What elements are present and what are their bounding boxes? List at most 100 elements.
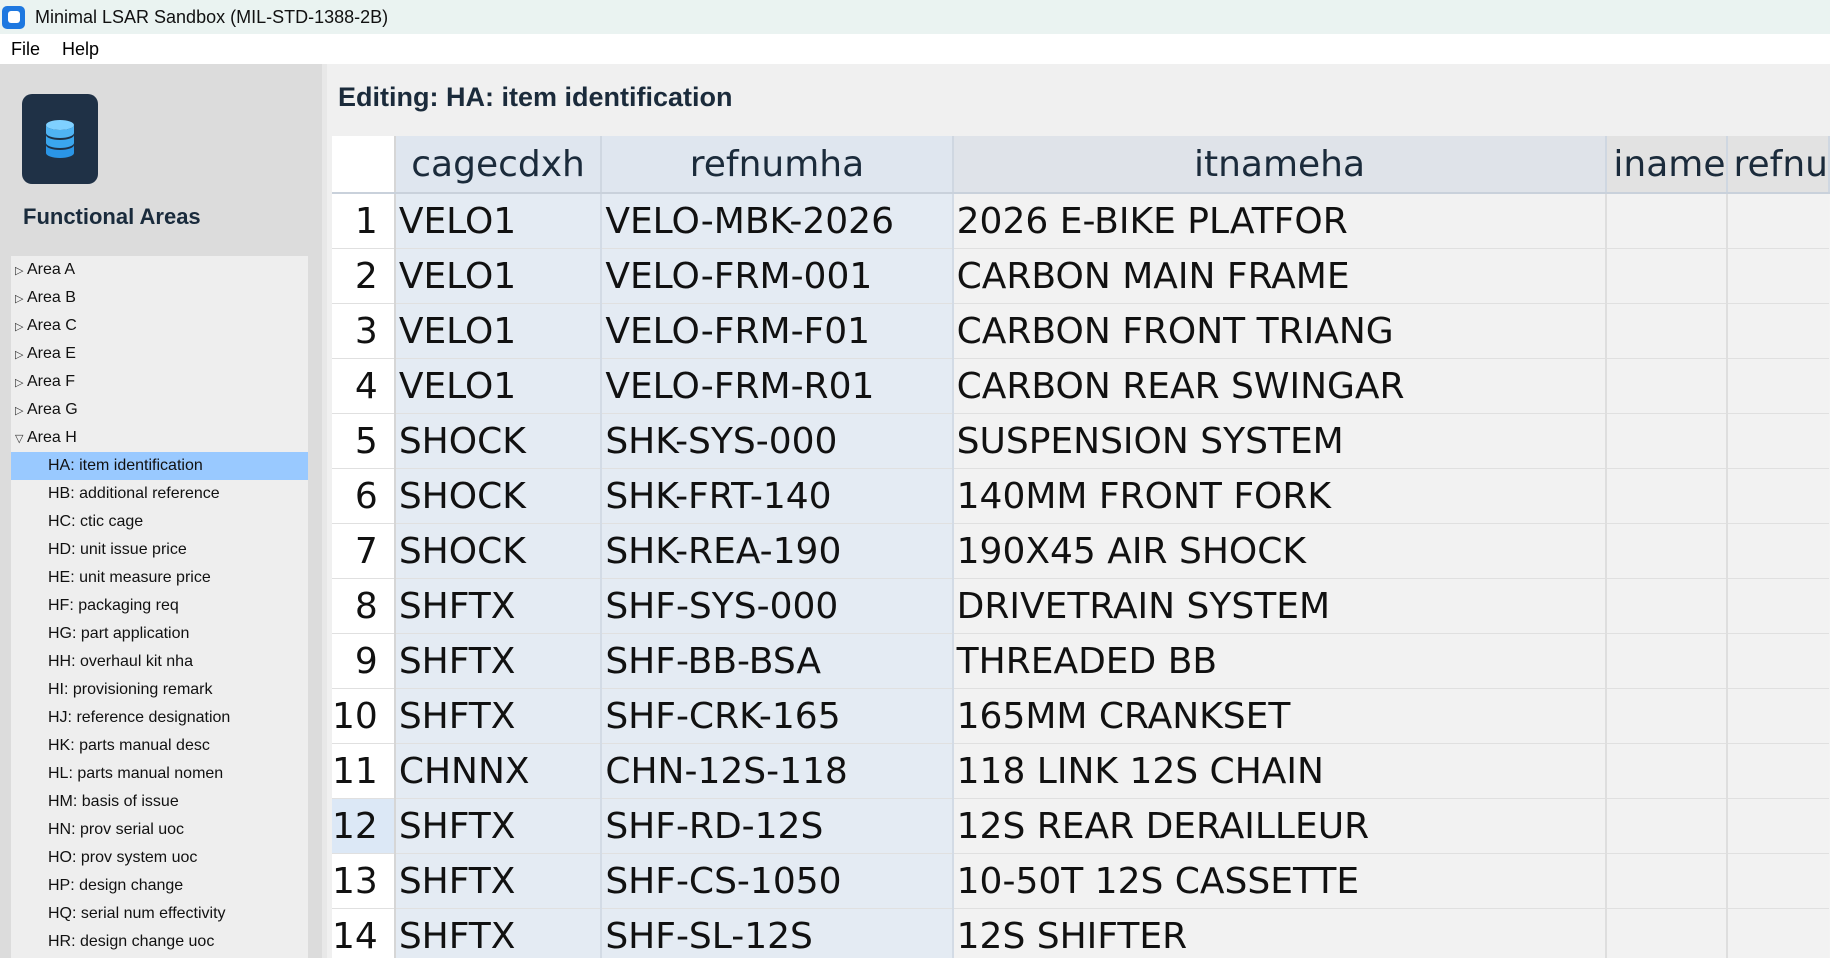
cell-itnameha[interactable]: 10-50T 12S CASSETTE xyxy=(952,853,1608,909)
cell-itnameha[interactable]: CARBON REAR SWINGAR xyxy=(952,358,1608,414)
corner-cell[interactable] xyxy=(332,136,396,194)
cell-refnu[interactable] xyxy=(1726,743,1829,799)
cell-refnumha[interactable]: SHF-CS-1050 xyxy=(601,853,954,909)
menu-help[interactable]: Help xyxy=(51,39,110,60)
table-row[interactable]: 5 SHOCK SHK-SYS-000 SUSPENSION SYSTEM xyxy=(332,413,1829,469)
cell-cagecdxh[interactable]: SHFTX xyxy=(394,688,603,744)
tree-item-hd[interactable]: HD: unit issue price xyxy=(11,536,308,564)
cell-refnumha[interactable]: VELO-FRM-R01 xyxy=(601,358,954,414)
cell-iname[interactable] xyxy=(1606,413,1728,469)
cell-refnumha[interactable]: SHF-BB-BSA xyxy=(601,633,954,689)
cell-refnu[interactable] xyxy=(1726,468,1829,524)
cell-itnameha[interactable]: 165MM CRANKSET xyxy=(952,688,1608,744)
table-row[interactable]: 8 SHFTX SHF-SYS-000 DRIVETRAIN SYSTEM xyxy=(332,578,1829,634)
cell-cagecdxh[interactable]: CHNNX xyxy=(394,743,603,799)
row-number[interactable]: 3 xyxy=(332,303,396,359)
tree-item-hm[interactable]: HM: basis of issue xyxy=(11,788,308,816)
tree-item-ha[interactable]: HA: item identification xyxy=(11,452,308,480)
collapsed-triangle-icon[interactable]: ▷ xyxy=(15,397,27,425)
tree-item-hk[interactable]: HK: parts manual desc xyxy=(11,732,308,760)
tree-item-hl[interactable]: HL: parts manual nomen xyxy=(11,760,308,788)
tree-item-hb[interactable]: HB: additional reference xyxy=(11,480,308,508)
cell-iname[interactable] xyxy=(1606,743,1728,799)
table-row[interactable]: 9 SHFTX SHF-BB-BSA THREADED BB xyxy=(332,633,1829,689)
tree-area-area-c[interactable]: ▷ Area C xyxy=(11,312,308,340)
table-row[interactable]: 7 SHOCK SHK-REA-190 190X45 AIR SHOCK xyxy=(332,523,1829,579)
table-row[interactable]: 13 SHFTX SHF-CS-1050 10-50T 12S CASSETTE xyxy=(332,853,1829,909)
tree-item-hf[interactable]: HF: packaging req xyxy=(11,592,308,620)
tree-item-hc[interactable]: HC: ctic cage xyxy=(11,508,308,536)
cell-refnumha[interactable]: VELO-FRM-001 xyxy=(601,248,954,304)
column-header-cagecdxh[interactable]: cagecdxh xyxy=(394,136,603,194)
cell-itnameha[interactable]: 190X45 AIR SHOCK xyxy=(952,523,1608,579)
cell-refnu[interactable] xyxy=(1726,853,1829,909)
cell-iname[interactable] xyxy=(1606,468,1728,524)
cell-cagecdxh[interactable]: SHOCK xyxy=(394,468,603,524)
tree-item-hq[interactable]: HQ: serial num effectivity xyxy=(11,900,308,928)
tree-area-area-f[interactable]: ▷ Area F xyxy=(11,368,308,396)
tree-area-area-b[interactable]: ▷ Area B xyxy=(11,284,308,312)
cell-itnameha[interactable]: DRIVETRAIN SYSTEM xyxy=(952,578,1608,634)
cell-iname[interactable] xyxy=(1606,193,1728,249)
cell-refnumha[interactable]: VELO-MBK-2026 xyxy=(601,193,954,249)
cell-iname[interactable] xyxy=(1606,358,1728,414)
cell-iname[interactable] xyxy=(1606,578,1728,634)
cell-refnumha[interactable]: SHF-SYS-000 xyxy=(601,578,954,634)
cell-refnu[interactable] xyxy=(1726,248,1829,304)
table-row[interactable]: 1 VELO1 VELO-MBK-2026 2026 E-BIKE PLATFOR xyxy=(332,193,1829,249)
cell-itnameha[interactable]: 118 LINK 12S CHAIN xyxy=(952,743,1608,799)
cell-cagecdxh[interactable]: VELO1 xyxy=(394,358,603,414)
cell-iname[interactable] xyxy=(1606,523,1728,579)
table-row[interactable]: 2 VELO1 VELO-FRM-001 CARBON MAIN FRAME xyxy=(332,248,1829,304)
tree-item-hg[interactable]: HG: part application xyxy=(11,620,308,648)
collapsed-triangle-icon[interactable]: ▷ xyxy=(15,285,27,313)
cell-cagecdxh[interactable]: VELO1 xyxy=(394,193,603,249)
row-number[interactable]: 9 xyxy=(332,633,396,689)
row-number[interactable]: 12 xyxy=(332,798,396,854)
cell-cagecdxh[interactable]: SHFTX xyxy=(394,853,603,909)
tree-area-area-g[interactable]: ▷ Area G xyxy=(11,396,308,424)
cell-itnameha[interactable]: CARBON MAIN FRAME xyxy=(952,248,1608,304)
collapsed-triangle-icon[interactable]: ▷ xyxy=(15,369,27,397)
cell-iname[interactable] xyxy=(1606,688,1728,744)
row-number[interactable]: 4 xyxy=(332,358,396,414)
column-header-refnumha[interactable]: refnumha xyxy=(601,136,954,194)
row-number[interactable]: 14 xyxy=(332,908,396,958)
tree-item-hr[interactable]: HR: design change uoc xyxy=(11,928,308,956)
table-row[interactable]: 14 SHFTX SHF-SL-12S 12S SHIFTER xyxy=(332,908,1829,958)
cell-itnameha[interactable]: 2026 E-BIKE PLATFOR xyxy=(952,193,1608,249)
table-row[interactable]: 10 SHFTX SHF-CRK-165 165MM CRANKSET xyxy=(332,688,1829,744)
expanded-triangle-icon[interactable]: ▽ xyxy=(15,425,27,453)
cell-itnameha[interactable]: 140MM FRONT FORK xyxy=(952,468,1608,524)
menu-file[interactable]: File xyxy=(0,39,51,60)
tree-item-hn[interactable]: HN: prov serial uoc xyxy=(11,816,308,844)
cell-cagecdxh[interactable]: SHFTX xyxy=(394,798,603,854)
cell-refnu[interactable] xyxy=(1726,688,1829,744)
cell-itnameha[interactable]: SUSPENSION SYSTEM xyxy=(952,413,1608,469)
cell-refnu[interactable] xyxy=(1726,578,1829,634)
cell-cagecdxh[interactable]: SHOCK xyxy=(394,523,603,579)
collapsed-triangle-icon[interactable]: ▷ xyxy=(15,313,27,341)
cell-itnameha[interactable]: CARBON FRONT TRIANG xyxy=(952,303,1608,359)
cell-refnu[interactable] xyxy=(1726,633,1829,689)
cell-iname[interactable] xyxy=(1606,303,1728,359)
tree-item-he[interactable]: HE: unit measure price xyxy=(11,564,308,592)
row-number[interactable]: 10 xyxy=(332,688,396,744)
row-number[interactable]: 13 xyxy=(332,853,396,909)
cell-itnameha[interactable]: 12S SHIFTER xyxy=(952,908,1608,958)
cell-cagecdxh[interactable]: SHFTX xyxy=(394,578,603,634)
cell-iname[interactable] xyxy=(1606,248,1728,304)
row-number[interactable]: 5 xyxy=(332,413,396,469)
cell-itnameha[interactable]: THREADED BB xyxy=(952,633,1608,689)
cell-cagecdxh[interactable]: SHFTX xyxy=(394,908,603,958)
row-number[interactable]: 7 xyxy=(332,523,396,579)
cell-refnumha[interactable]: SHF-SL-12S xyxy=(601,908,954,958)
column-header-itnameha[interactable]: itnameha xyxy=(952,136,1608,194)
table-row[interactable]: 4 VELO1 VELO-FRM-R01 CARBON REAR SWINGAR xyxy=(332,358,1829,414)
tree-item-ho[interactable]: HO: prov system uoc xyxy=(11,844,308,872)
collapsed-triangle-icon[interactable]: ▷ xyxy=(15,341,27,369)
table-row[interactable]: 11 CHNNX CHN-12S-118 118 LINK 12S CHAIN xyxy=(332,743,1829,799)
cell-refnu[interactable] xyxy=(1726,798,1829,854)
cell-refnumha[interactable]: SHK-SYS-000 xyxy=(601,413,954,469)
row-number[interactable]: 11 xyxy=(332,743,396,799)
